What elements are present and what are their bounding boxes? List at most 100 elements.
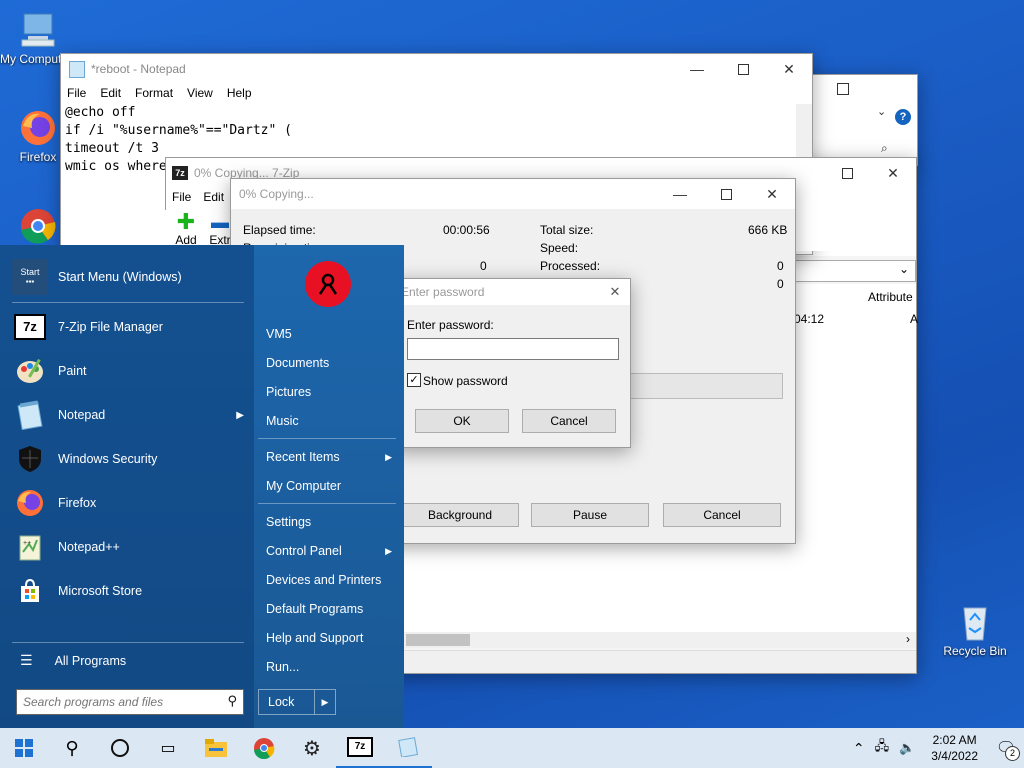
app-firefox[interactable]: Firefox xyxy=(12,483,96,523)
close-button[interactable]: ✕ xyxy=(766,54,812,84)
search-icon[interactable]: ⚲ xyxy=(227,693,237,709)
compressed-value: 0 xyxy=(777,277,784,291)
maximize-button[interactable] xyxy=(824,167,870,179)
place-music[interactable]: Music xyxy=(266,414,299,428)
task-view-icon: ▭ xyxy=(160,740,176,757)
clock-time: 2:02 AM xyxy=(932,733,977,747)
app-label: Notepad++ xyxy=(58,540,120,554)
pause-button[interactable]: Pause xyxy=(531,503,649,527)
clock[interactable]: 2:02 AM 3/4/2022 xyxy=(921,732,988,764)
place-help-and-support[interactable]: Help and Support xyxy=(266,631,363,645)
ok-button[interactable]: OK xyxy=(415,409,509,433)
notification-center-button[interactable]: 🗨 2 xyxy=(988,728,1024,768)
start-button[interactable] xyxy=(0,728,48,768)
show-password-checkbox[interactable]: ✓ xyxy=(407,373,421,387)
menu-edit[interactable]: Edit xyxy=(203,190,224,204)
minimize-button[interactable]: — xyxy=(674,54,720,84)
taskbar: ⚲ ▭ ⚙ 7z ⌃ 🖧 🔈 2:02 AM 3/4/2022 🗨 2 xyxy=(0,728,1024,768)
copy-dialog-titlebar[interactable]: 0% Copying... — ✕ xyxy=(231,179,795,209)
menu-file[interactable]: File xyxy=(172,190,191,204)
start-menu-header-label: Start Menu (Windows) xyxy=(58,270,182,284)
taskbar-7zip[interactable]: 7z xyxy=(336,728,384,768)
app-paint[interactable]: Paint xyxy=(12,351,87,391)
paint-icon xyxy=(12,353,48,389)
taskbar-notepad[interactable] xyxy=(384,728,432,768)
place-documents[interactable]: Documents xyxy=(266,356,329,370)
close-button[interactable]: ✕ xyxy=(600,284,630,300)
taskbar-settings[interactable]: ⚙ xyxy=(288,728,336,768)
menu-view[interactable]: View xyxy=(187,86,213,100)
help-icon[interactable]: ? xyxy=(895,109,911,125)
place-pictures[interactable]: Pictures xyxy=(266,385,311,399)
menu-file[interactable]: File xyxy=(67,86,86,100)
chevron-down-icon: ⌄ xyxy=(898,262,909,276)
maximize-icon[interactable] xyxy=(837,83,849,95)
app-notepad[interactable]: Notepad ▶ xyxy=(12,395,244,435)
maximize-button[interactable] xyxy=(703,179,749,209)
scrollbar-thumb[interactable] xyxy=(406,634,470,646)
notepad-plus-plus-icon: ++ xyxy=(12,529,48,565)
processed-label: Processed: xyxy=(540,259,601,273)
place-vm5[interactable]: VM5 xyxy=(266,327,292,341)
volume-icon[interactable]: 🔈 xyxy=(893,740,921,756)
app-7zip[interactable]: 7z 7-Zip File Manager xyxy=(12,307,163,347)
background-button[interactable]: Background xyxy=(401,503,519,527)
search-box[interactable]: ⚲ xyxy=(16,689,244,715)
chevron-right-icon: ▶ xyxy=(385,546,392,556)
menu-format[interactable]: Format xyxy=(135,86,173,100)
place-settings[interactable]: Settings xyxy=(266,515,311,529)
progress-bar xyxy=(629,373,783,399)
extract-button[interactable]: ▬ Extr xyxy=(208,211,232,247)
user-icon xyxy=(318,273,338,295)
network-icon[interactable]: 🖧 xyxy=(871,737,894,759)
place-my-computer[interactable]: My Computer xyxy=(266,479,341,493)
taskbar-file-explorer[interactable] xyxy=(192,728,240,768)
user-avatar[interactable] xyxy=(305,261,351,307)
minimize-button[interactable]: — xyxy=(657,179,703,209)
menu-help[interactable]: Help xyxy=(227,86,252,100)
app-microsoft-store[interactable]: Microsoft Store xyxy=(12,571,142,611)
windows-logo-icon xyxy=(15,739,33,757)
cortana-button[interactable] xyxy=(96,728,144,768)
all-programs-button[interactable]: ☰ All Programs xyxy=(20,652,126,669)
column-header-attribute[interactable]: Attribute xyxy=(868,290,913,304)
notepad-title: *reboot - Notepad xyxy=(91,62,186,76)
menu-edit[interactable]: Edit xyxy=(100,86,121,100)
cancel-button[interactable]: Cancel xyxy=(663,503,781,527)
lock-button[interactable]: Lock ▶ xyxy=(258,689,336,715)
search-input[interactable] xyxy=(21,691,221,713)
desktop-icon-recycle-bin[interactable]: Recycle Bin xyxy=(937,602,1013,658)
search-icon[interactable]: ⌕ xyxy=(881,141,888,156)
show-password-label[interactable]: Show password xyxy=(423,374,508,388)
taskbar-chrome[interactable] xyxy=(240,728,288,768)
cancel-button[interactable]: Cancel xyxy=(522,409,616,433)
files-value: 0 xyxy=(480,259,487,273)
password-dialog-titlebar[interactable]: Enter password ✕ xyxy=(393,279,630,305)
close-button[interactable]: ✕ xyxy=(749,179,795,209)
divider xyxy=(12,642,244,643)
app-notepad-plus-plus[interactable]: ++ Notepad++ xyxy=(12,527,120,567)
notepad-titlebar[interactable]: *reboot - Notepad — ✕ xyxy=(61,54,812,84)
place-devices-and-printers[interactable]: Devices and Printers xyxy=(266,573,381,587)
chevron-up-icon[interactable]: ⌃ xyxy=(847,740,871,757)
app-label: Notepad xyxy=(58,408,106,422)
maximize-button[interactable] xyxy=(720,54,766,84)
task-view-button[interactable]: ▭ xyxy=(144,728,192,768)
start-menu-header-item[interactable]: Start ▪▪▪ Start Menu (Windows) xyxy=(12,257,182,297)
chevron-right-icon[interactable]: ▶ xyxy=(314,690,335,714)
place-default-programs[interactable]: Default Programs xyxy=(266,602,363,616)
close-button[interactable]: ✕ xyxy=(870,165,916,182)
place-control-panel[interactable]: Control Panel ▶ xyxy=(266,544,392,558)
chevron-right-icon[interactable]: › xyxy=(906,632,910,646)
add-button[interactable]: ✚ Add xyxy=(174,211,198,248)
password-input[interactable] xyxy=(407,338,619,360)
notification-count-badge: 2 xyxy=(1005,746,1020,761)
place-recent-items[interactable]: Recent Items ▶ xyxy=(266,450,392,464)
chevron-down-icon[interactable]: ⌄ xyxy=(877,105,886,118)
app-windows-security[interactable]: Windows Security xyxy=(12,439,157,479)
place-run[interactable]: Run... xyxy=(266,660,299,674)
search-button[interactable]: ⚲ xyxy=(48,728,96,768)
recycle-bin-icon xyxy=(955,602,995,642)
path-combobox[interactable]: ⌄ xyxy=(792,260,916,282)
extract-icon: ▬ xyxy=(211,212,229,232)
